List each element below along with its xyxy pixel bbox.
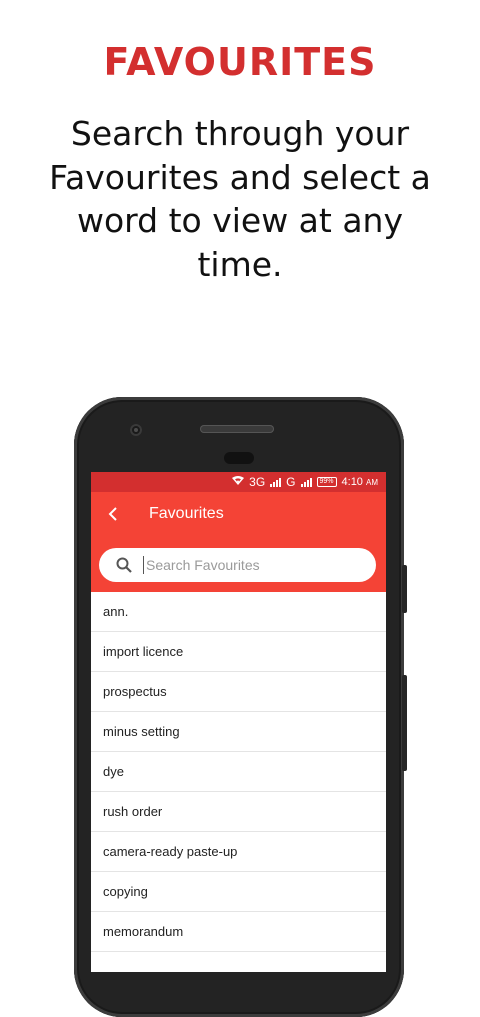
list-item[interactable]: memorandum — [91, 912, 386, 952]
signal-icon — [270, 477, 282, 487]
power-button — [402, 565, 407, 613]
network-type-label: 3G — [249, 475, 266, 489]
toolbar-title: Favourites — [149, 505, 224, 522]
proximity-sensor — [224, 452, 254, 464]
search-box[interactable] — [99, 548, 376, 582]
network-type-label-2: G — [286, 475, 296, 489]
clock-time: 4:10 — [341, 476, 363, 488]
list-item[interactable]: dye — [91, 752, 386, 792]
list-item[interactable]: prospectus — [91, 672, 386, 712]
app-toolbar: Favourites — [91, 492, 386, 536]
front-camera — [130, 424, 142, 436]
list-item[interactable]: camera-ready paste-up — [91, 832, 386, 872]
list-item[interactable]: rush order — [91, 792, 386, 832]
promo-title: FAVOURITES — [103, 40, 377, 84]
volume-button — [402, 675, 407, 771]
promo-description: Search through your Favourites and selec… — [49, 114, 431, 284]
clock: 4:10 AM — [342, 476, 378, 488]
search-icon — [116, 557, 132, 573]
list-item[interactable]: ann. — [91, 592, 386, 632]
search-area — [91, 536, 386, 592]
list-item[interactable]: import licence — [91, 632, 386, 672]
clock-ampm: AM — [366, 478, 378, 487]
signal-icon-2 — [300, 477, 312, 487]
earpiece-speaker — [200, 425, 274, 433]
chevron-left-icon — [108, 507, 117, 521]
list-item[interactable]: minus setting — [91, 712, 386, 752]
wifi-icon — [232, 476, 245, 488]
search-input[interactable] — [143, 556, 348, 574]
phone-screen: 3G G 99% 4:10 AM Favourites ann. import … — [91, 472, 386, 972]
status-bar: 3G G 99% 4:10 AM — [91, 472, 386, 492]
list-item[interactable]: copying — [91, 872, 386, 912]
battery-icon: 99% — [316, 477, 337, 487]
favourites-list: ann. import licence prospectus minus set… — [91, 592, 386, 952]
back-button[interactable] — [91, 492, 135, 536]
